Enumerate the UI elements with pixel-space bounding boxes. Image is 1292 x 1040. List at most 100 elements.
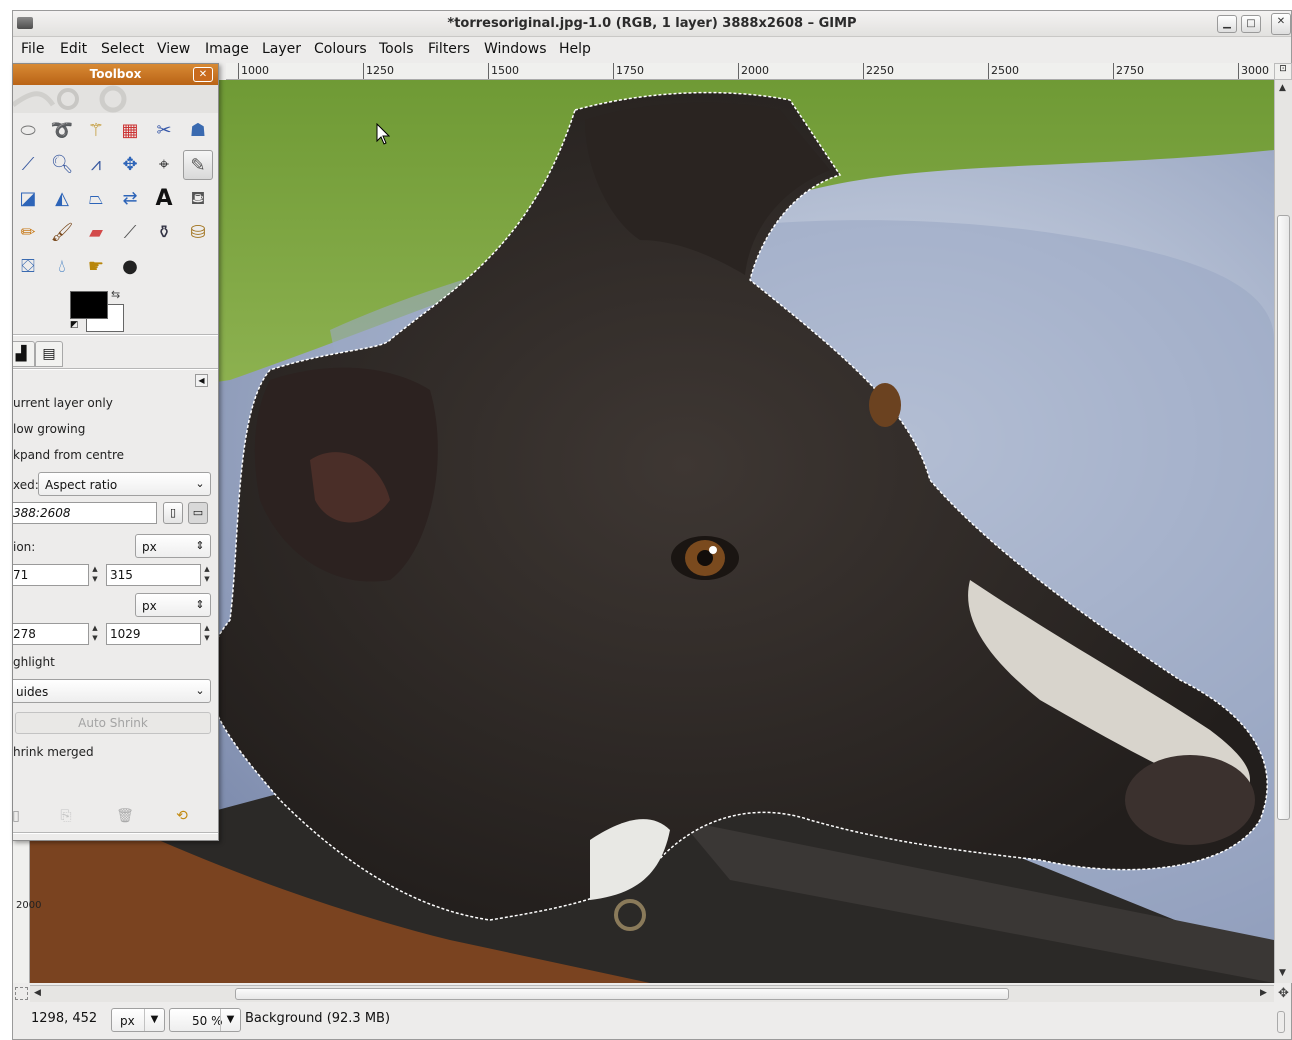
move-icon[interactable]: ✥ xyxy=(115,150,145,180)
navigation-icon[interactable]: ✥ xyxy=(1276,986,1291,1001)
bucket-fill-icon[interactable]: ⛾ xyxy=(183,184,213,214)
navigate-corner-icon[interactable]: ⊡ xyxy=(1274,63,1292,80)
menu-filters[interactable]: Filters xyxy=(428,41,470,57)
horizontal-scroll-thumb[interactable] xyxy=(235,988,1009,1000)
unit-select[interactable]: px ▼ xyxy=(111,1008,165,1032)
chevron-down-icon[interactable]: ▼ xyxy=(144,1009,164,1031)
scroll-up-icon[interactable]: ▲ xyxy=(1279,83,1286,93)
flip-icon[interactable]: ⇄ xyxy=(115,184,145,214)
save-options-icon[interactable]: ▯ xyxy=(13,807,25,825)
foreground-color-swatch[interactable] xyxy=(70,291,108,319)
current-layer-only-checkbox[interactable]: urrent layer only xyxy=(13,396,113,410)
vertical-ruler[interactable]: 2000 xyxy=(13,841,42,983)
measure-icon[interactable]: ⩘ xyxy=(81,150,111,180)
chevron-down-icon[interactable]: ▼ xyxy=(220,1009,240,1031)
position-y-spinner-icon[interactable]: ▲ ▼ xyxy=(202,564,212,586)
vertical-scrollbar[interactable]: ▲ ▼ xyxy=(1274,80,1292,983)
restore-options-icon[interactable]: ⎘ xyxy=(57,807,75,825)
smudge-icon[interactable]: ☛ xyxy=(81,252,111,282)
configure-tab-icon[interactable]: ◀ xyxy=(195,374,208,387)
position-y-input[interactable]: 315 xyxy=(106,564,201,586)
size-width-input[interactable]: 278 xyxy=(13,623,89,645)
menu-layer[interactable]: Layer xyxy=(262,41,301,57)
chevron-updown-icon[interactable]: ⇕ xyxy=(190,535,210,557)
title-bar[interactable]: *torresoriginal.jpg-1.0 (RGB, 1 layer) 3… xyxy=(13,11,1291,37)
toolbox-title-bar[interactable]: Toolbox ✕ xyxy=(13,64,218,85)
size-width-spinner-icon[interactable]: ▲ ▼ xyxy=(90,623,100,645)
position-x-spinner-icon[interactable]: ▲ ▼ xyxy=(90,564,100,586)
tool-options-tab-icon[interactable]: ▟ xyxy=(13,341,35,367)
menu-colours[interactable]: Colours xyxy=(314,41,367,57)
paintbrush-icon[interactable]: 🖌︎ xyxy=(47,218,77,248)
menu-edit[interactable]: Edit xyxy=(60,41,87,57)
text-icon[interactable]: A xyxy=(149,184,179,214)
scroll-right-icon[interactable]: ▶ xyxy=(1260,988,1267,998)
default-colors-icon[interactable]: ◩ xyxy=(70,320,80,330)
ruler-label: 2000 xyxy=(16,900,42,911)
expand-from-centre-checkbox[interactable]: kpand from centre xyxy=(13,448,124,462)
delete-options-icon[interactable]: 🗑︎ xyxy=(116,807,134,825)
position-x-input[interactable]: 71 xyxy=(13,564,89,586)
size-unit-select[interactable]: px ⇕ xyxy=(135,593,211,617)
size-height-input[interactable]: 1029 xyxy=(106,623,201,645)
quick-mask-toggle-icon[interactable] xyxy=(15,987,28,1000)
shrink-merged-checkbox[interactable]: hrink merged xyxy=(13,745,94,759)
menu-windows[interactable]: Windows xyxy=(484,41,547,57)
menu-select[interactable]: Select xyxy=(101,41,144,57)
reset-options-icon[interactable]: ⟲ xyxy=(173,807,191,825)
wilber-drop-zone[interactable] xyxy=(13,85,218,113)
heal-icon[interactable]: ⛋ xyxy=(13,252,43,282)
dodge-burn-icon[interactable]: ● xyxy=(115,252,145,282)
airbrush-icon[interactable]: ⟋ xyxy=(115,218,145,248)
fuzzy-select-icon[interactable]: ⚚ xyxy=(81,116,111,146)
allow-growing-checkbox[interactable]: low growing xyxy=(13,422,85,436)
free-select-icon[interactable]: ➰ xyxy=(47,116,77,146)
crop-icon[interactable]: ✎ xyxy=(183,150,213,180)
close-icon[interactable]: ✕ xyxy=(1271,13,1291,35)
rotate-icon[interactable]: ◪ xyxy=(13,184,43,214)
pencil-icon[interactable]: ✏ xyxy=(13,218,43,248)
maximize-icon[interactable]: □ xyxy=(1241,15,1261,33)
size-height-spinner-icon[interactable]: ▲ ▼ xyxy=(202,623,212,645)
color-picker-icon[interactable]: ⟋ xyxy=(13,150,43,180)
align-icon[interactable]: ⌖ xyxy=(149,150,179,180)
menu-file[interactable]: File xyxy=(21,41,44,57)
auto-shrink-button[interactable]: Auto Shrink xyxy=(15,712,211,734)
chevron-down-icon[interactable]: ⌄ xyxy=(190,680,210,702)
highlight-checkbox[interactable]: ghlight xyxy=(13,655,55,669)
horizontal-ruler[interactable]: 1000 1250 1500 1750 2000 2250 2500 2750 … xyxy=(226,63,1274,80)
chevron-updown-icon[interactable]: ⇕ xyxy=(190,594,210,616)
menu-help[interactable]: Help xyxy=(559,41,591,57)
menu-tools[interactable]: Tools xyxy=(379,41,414,57)
select-by-color-icon[interactable]: ▦ xyxy=(115,116,145,146)
zoom-icon[interactable]: 🔍︎ xyxy=(47,150,77,180)
ratio-input[interactable]: 388:2608 xyxy=(13,502,157,524)
minimize-icon[interactable]: ▁ xyxy=(1217,15,1237,33)
menu-view[interactable]: View xyxy=(157,41,190,57)
landscape-icon[interactable]: ▭ xyxy=(188,502,208,524)
close-icon[interactable]: ✕ xyxy=(193,67,213,82)
rect-select-icon[interactable]: ⬭ xyxy=(13,116,43,146)
ink-icon[interactable]: ⚱ xyxy=(149,218,179,248)
guides-select[interactable]: uides ⌄ xyxy=(13,679,211,703)
resize-grip-icon[interactable] xyxy=(1277,1011,1285,1033)
clone-icon[interactable]: ⛁ xyxy=(183,218,213,248)
scroll-down-icon[interactable]: ▼ xyxy=(1279,968,1286,978)
eraser-icon[interactable]: ▰ xyxy=(81,218,111,248)
menu-image[interactable]: Image xyxy=(205,41,249,57)
scissors-icon[interactable]: ✂ xyxy=(149,116,179,146)
portrait-icon[interactable]: ▯ xyxy=(163,502,183,524)
horizontal-scrollbar[interactable]: ◀ ▶ xyxy=(30,985,1274,1002)
foreground-select-icon[interactable]: ☗ xyxy=(183,116,213,146)
fixed-mode-select[interactable]: Aspect ratio ⌄ xyxy=(38,472,211,496)
chevron-down-icon[interactable]: ⌄ xyxy=(190,473,210,495)
shear-icon[interactable]: ⏢ xyxy=(81,184,111,214)
blur-icon[interactable]: 💧︎ xyxy=(47,252,77,282)
vertical-scroll-thumb[interactable] xyxy=(1277,215,1290,820)
position-unit-select[interactable]: px ⇕ xyxy=(135,534,211,558)
layers-tab-icon[interactable]: ▤ xyxy=(35,341,63,367)
scale-icon[interactable]: ◭ xyxy=(47,184,77,214)
scroll-left-icon[interactable]: ◀ xyxy=(34,988,41,998)
zoom-select[interactable]: 50 % ▼ xyxy=(169,1008,241,1032)
swap-colors-icon[interactable]: ⇆ xyxy=(111,288,120,301)
